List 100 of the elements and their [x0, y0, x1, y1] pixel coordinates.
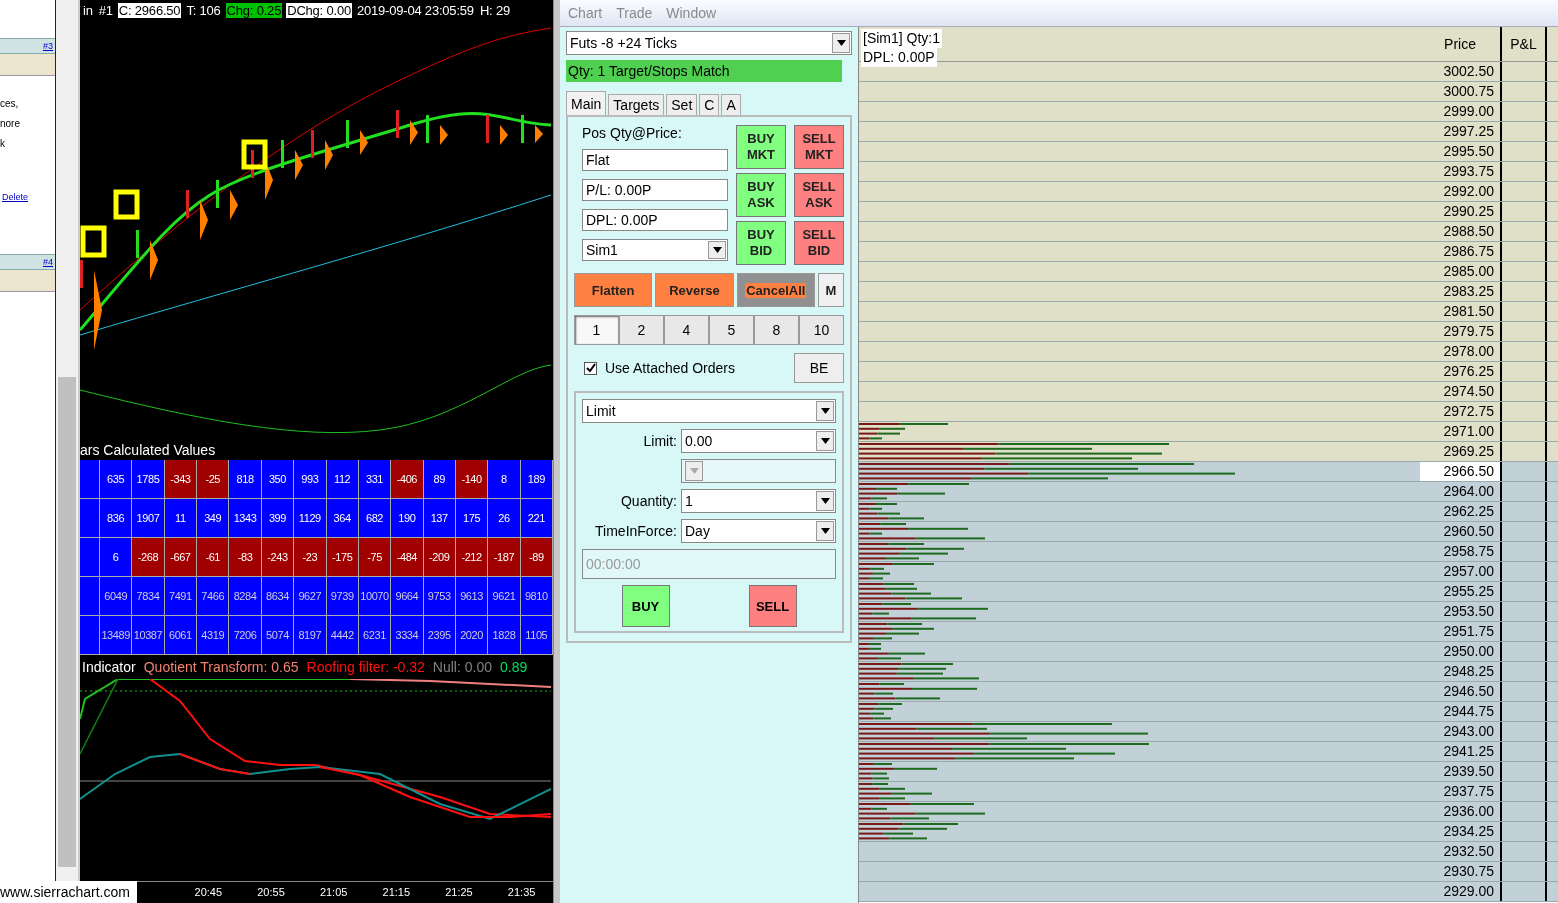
- table-cell: -268: [132, 538, 165, 577]
- price-cell-text: 2993.75: [1442, 162, 1495, 181]
- buy-button[interactable]: BUY BID: [736, 221, 786, 265]
- volume-bar: [859, 572, 890, 575]
- price-cell-text: 2988.50: [1442, 222, 1495, 241]
- scrollbar-thumb[interactable]: [58, 377, 76, 867]
- volume-bar: [859, 517, 924, 520]
- price-cell-text: 2936.00: [1442, 802, 1495, 821]
- table-cell: 7466: [197, 577, 230, 616]
- order-type-select[interactable]: Limit: [582, 399, 836, 423]
- position-field[interactable]: P/L: 0.00P: [582, 179, 728, 201]
- table-cell: 349: [197, 499, 230, 538]
- splitter-bar[interactable]: [553, 0, 560, 903]
- table-cell: 2020: [455, 616, 489, 655]
- section-link[interactable]: #3: [43, 41, 53, 51]
- volume-triangle: [440, 125, 448, 145]
- table-cell: 189: [520, 460, 553, 499]
- dropdown-arrow-icon: [836, 40, 846, 46]
- delete-link[interactable]: Delete: [2, 192, 28, 202]
- table-cell: 6061: [164, 616, 198, 655]
- candle-bar: [251, 150, 254, 178]
- chart-header-value: H: 29: [478, 2, 511, 18]
- price-cell-text: 2930.75: [1442, 862, 1495, 881]
- price-cell-text: 2950.00: [1442, 642, 1495, 661]
- field-select[interactable]: 0.00: [681, 429, 836, 453]
- candle-bar: [486, 115, 489, 143]
- price-cell-text: 2939.50: [1442, 762, 1495, 781]
- tab[interactable]: Main: [566, 91, 607, 115]
- sell-button[interactable]: SELL MKT: [794, 125, 844, 169]
- candle-bar: [136, 230, 139, 258]
- account-select[interactable]: Sim1: [582, 239, 728, 261]
- breakeven-button[interactable]: BE: [794, 353, 844, 383]
- price-cell-text: 2944.75: [1442, 702, 1495, 721]
- scrollbar[interactable]: [56, 0, 78, 881]
- price-cell-text: 2981.50: [1442, 302, 1495, 321]
- volume-bar: [859, 712, 884, 715]
- price-cell-text: 2934.25: [1442, 822, 1495, 841]
- field-select[interactable]: 1: [681, 489, 836, 513]
- attached-orders-checkbox[interactable]: Use Attached Orders: [584, 360, 735, 376]
- volume-bar: [859, 437, 882, 440]
- position-field[interactable]: Flat: [582, 149, 728, 171]
- price-cell-text: 2999.00: [1442, 102, 1495, 121]
- table-cell: 6049: [100, 577, 133, 616]
- quantity-button[interactable]: 1: [574, 315, 619, 345]
- buy-button[interactable]: BUY ASK: [736, 173, 786, 217]
- sell-button[interactable]: SELL: [748, 585, 797, 627]
- indicator-value: Quotient Transform: 0.65: [143, 659, 299, 675]
- sell-button[interactable]: SELL ASK: [794, 173, 844, 217]
- action-button[interactable]: Flatten: [574, 273, 653, 307]
- indicator-value: Roofing filter: -0.32: [306, 659, 425, 675]
- volume-bar: [859, 817, 929, 820]
- volume-bar: [859, 567, 884, 570]
- action-button[interactable]: Reverse: [655, 273, 734, 307]
- strategy-select[interactable]: Futs -8 +24 Ticks: [566, 31, 852, 55]
- table-cell: -343: [164, 460, 198, 499]
- quantity-button[interactable]: 4: [664, 315, 709, 345]
- price-cell-text: 2955.25: [1442, 582, 1495, 601]
- tab[interactable]: Targets: [608, 94, 665, 115]
- volume-triangle: [325, 140, 333, 170]
- quantity-button[interactable]: 2: [619, 315, 664, 345]
- sell-button[interactable]: SELL BID: [794, 221, 844, 265]
- side-text: nore: [0, 118, 21, 130]
- volume-bar: [859, 432, 900, 435]
- table-cell: -209: [423, 538, 456, 577]
- tab[interactable]: Set: [666, 94, 698, 115]
- price-cell-text: 2958.75: [1442, 542, 1495, 561]
- indicator-value: Indicator: [82, 659, 136, 675]
- table-cell: -23: [294, 538, 327, 577]
- section-link[interactable]: #4: [43, 257, 53, 267]
- quantity-button[interactable]: 8: [754, 315, 799, 345]
- indicator-value: Null: 0.00: [432, 659, 492, 675]
- volume-bar: [859, 797, 905, 800]
- price-cell-text: 3002.50: [1442, 62, 1495, 81]
- volume-bar: [859, 577, 883, 580]
- price-cell-text: 2962.25: [1442, 502, 1495, 521]
- price-cell-text: 2971.00: [1442, 422, 1495, 441]
- table-cell: 9613: [455, 577, 489, 616]
- field-select[interactable]: Day: [681, 519, 836, 543]
- price-cell-text: 2929.00: [1442, 882, 1495, 901]
- table-cell: 6: [100, 538, 133, 577]
- table-cell: 836: [100, 499, 133, 538]
- dropdown-arrow-icon: [820, 498, 830, 504]
- price-cell-text: 2986.75: [1442, 242, 1495, 261]
- tab[interactable]: C: [699, 94, 720, 115]
- tab[interactable]: A: [721, 94, 741, 115]
- dropdown-arrow-icon: [712, 247, 722, 253]
- field-label: TimeInForce:: [594, 523, 677, 539]
- action-button[interactable]: M: [818, 273, 844, 307]
- quantity-button[interactable]: 5: [709, 315, 754, 345]
- buy-button[interactable]: BUY: [621, 585, 670, 627]
- volume-bar: [859, 777, 889, 780]
- buy-button[interactable]: BUY MKT: [736, 125, 786, 169]
- website-link[interactable]: www.sierrachart.com: [0, 881, 137, 903]
- price-cell-text: 2985.00: [1442, 262, 1495, 281]
- quantity-button[interactable]: 10: [799, 315, 844, 345]
- table-cell: -243: [261, 538, 295, 577]
- cancel-all-button[interactable]: CancelAll: [736, 273, 815, 307]
- candle-bar: [311, 130, 314, 158]
- position-field[interactable]: DPL: 0.00P: [582, 209, 728, 231]
- price-cell-text: 2948.25: [1442, 662, 1495, 681]
